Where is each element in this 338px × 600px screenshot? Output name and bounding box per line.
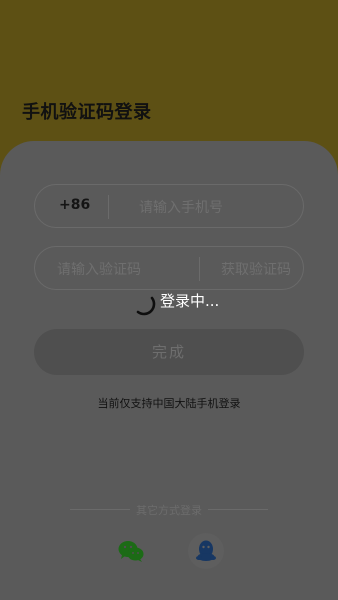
page-title: 手机验证码登录 (22, 102, 152, 123)
divider (199, 257, 200, 281)
spinner-icon (136, 296, 156, 316)
country-code-selector[interactable]: +86 (59, 197, 90, 213)
code-input[interactable]: 请输入验证码 (57, 259, 141, 279)
other-login-divider: 其它方式登录 (70, 502, 268, 518)
loading-overlay: 登录中... (130, 286, 240, 322)
loading-text: 登录中... (160, 292, 220, 310)
get-code-button[interactable]: 获取验证码 (221, 259, 291, 279)
phone-input[interactable]: 请输入手机号 (139, 197, 223, 217)
code-field[interactable]: 请输入验证码 获取验证码 (34, 246, 304, 290)
other-login-label: 其它方式登录 (136, 504, 202, 517)
support-notice: 当前仅支持中国大陆手机登录 (97, 397, 241, 410)
qq-icon[interactable] (188, 533, 224, 569)
phone-field[interactable]: +86 请输入手机号 (34, 184, 304, 228)
divider (108, 195, 109, 219)
submit-button[interactable]: 完成 (34, 329, 304, 375)
wechat-icon[interactable] (113, 533, 149, 569)
divider-line (208, 509, 268, 510)
